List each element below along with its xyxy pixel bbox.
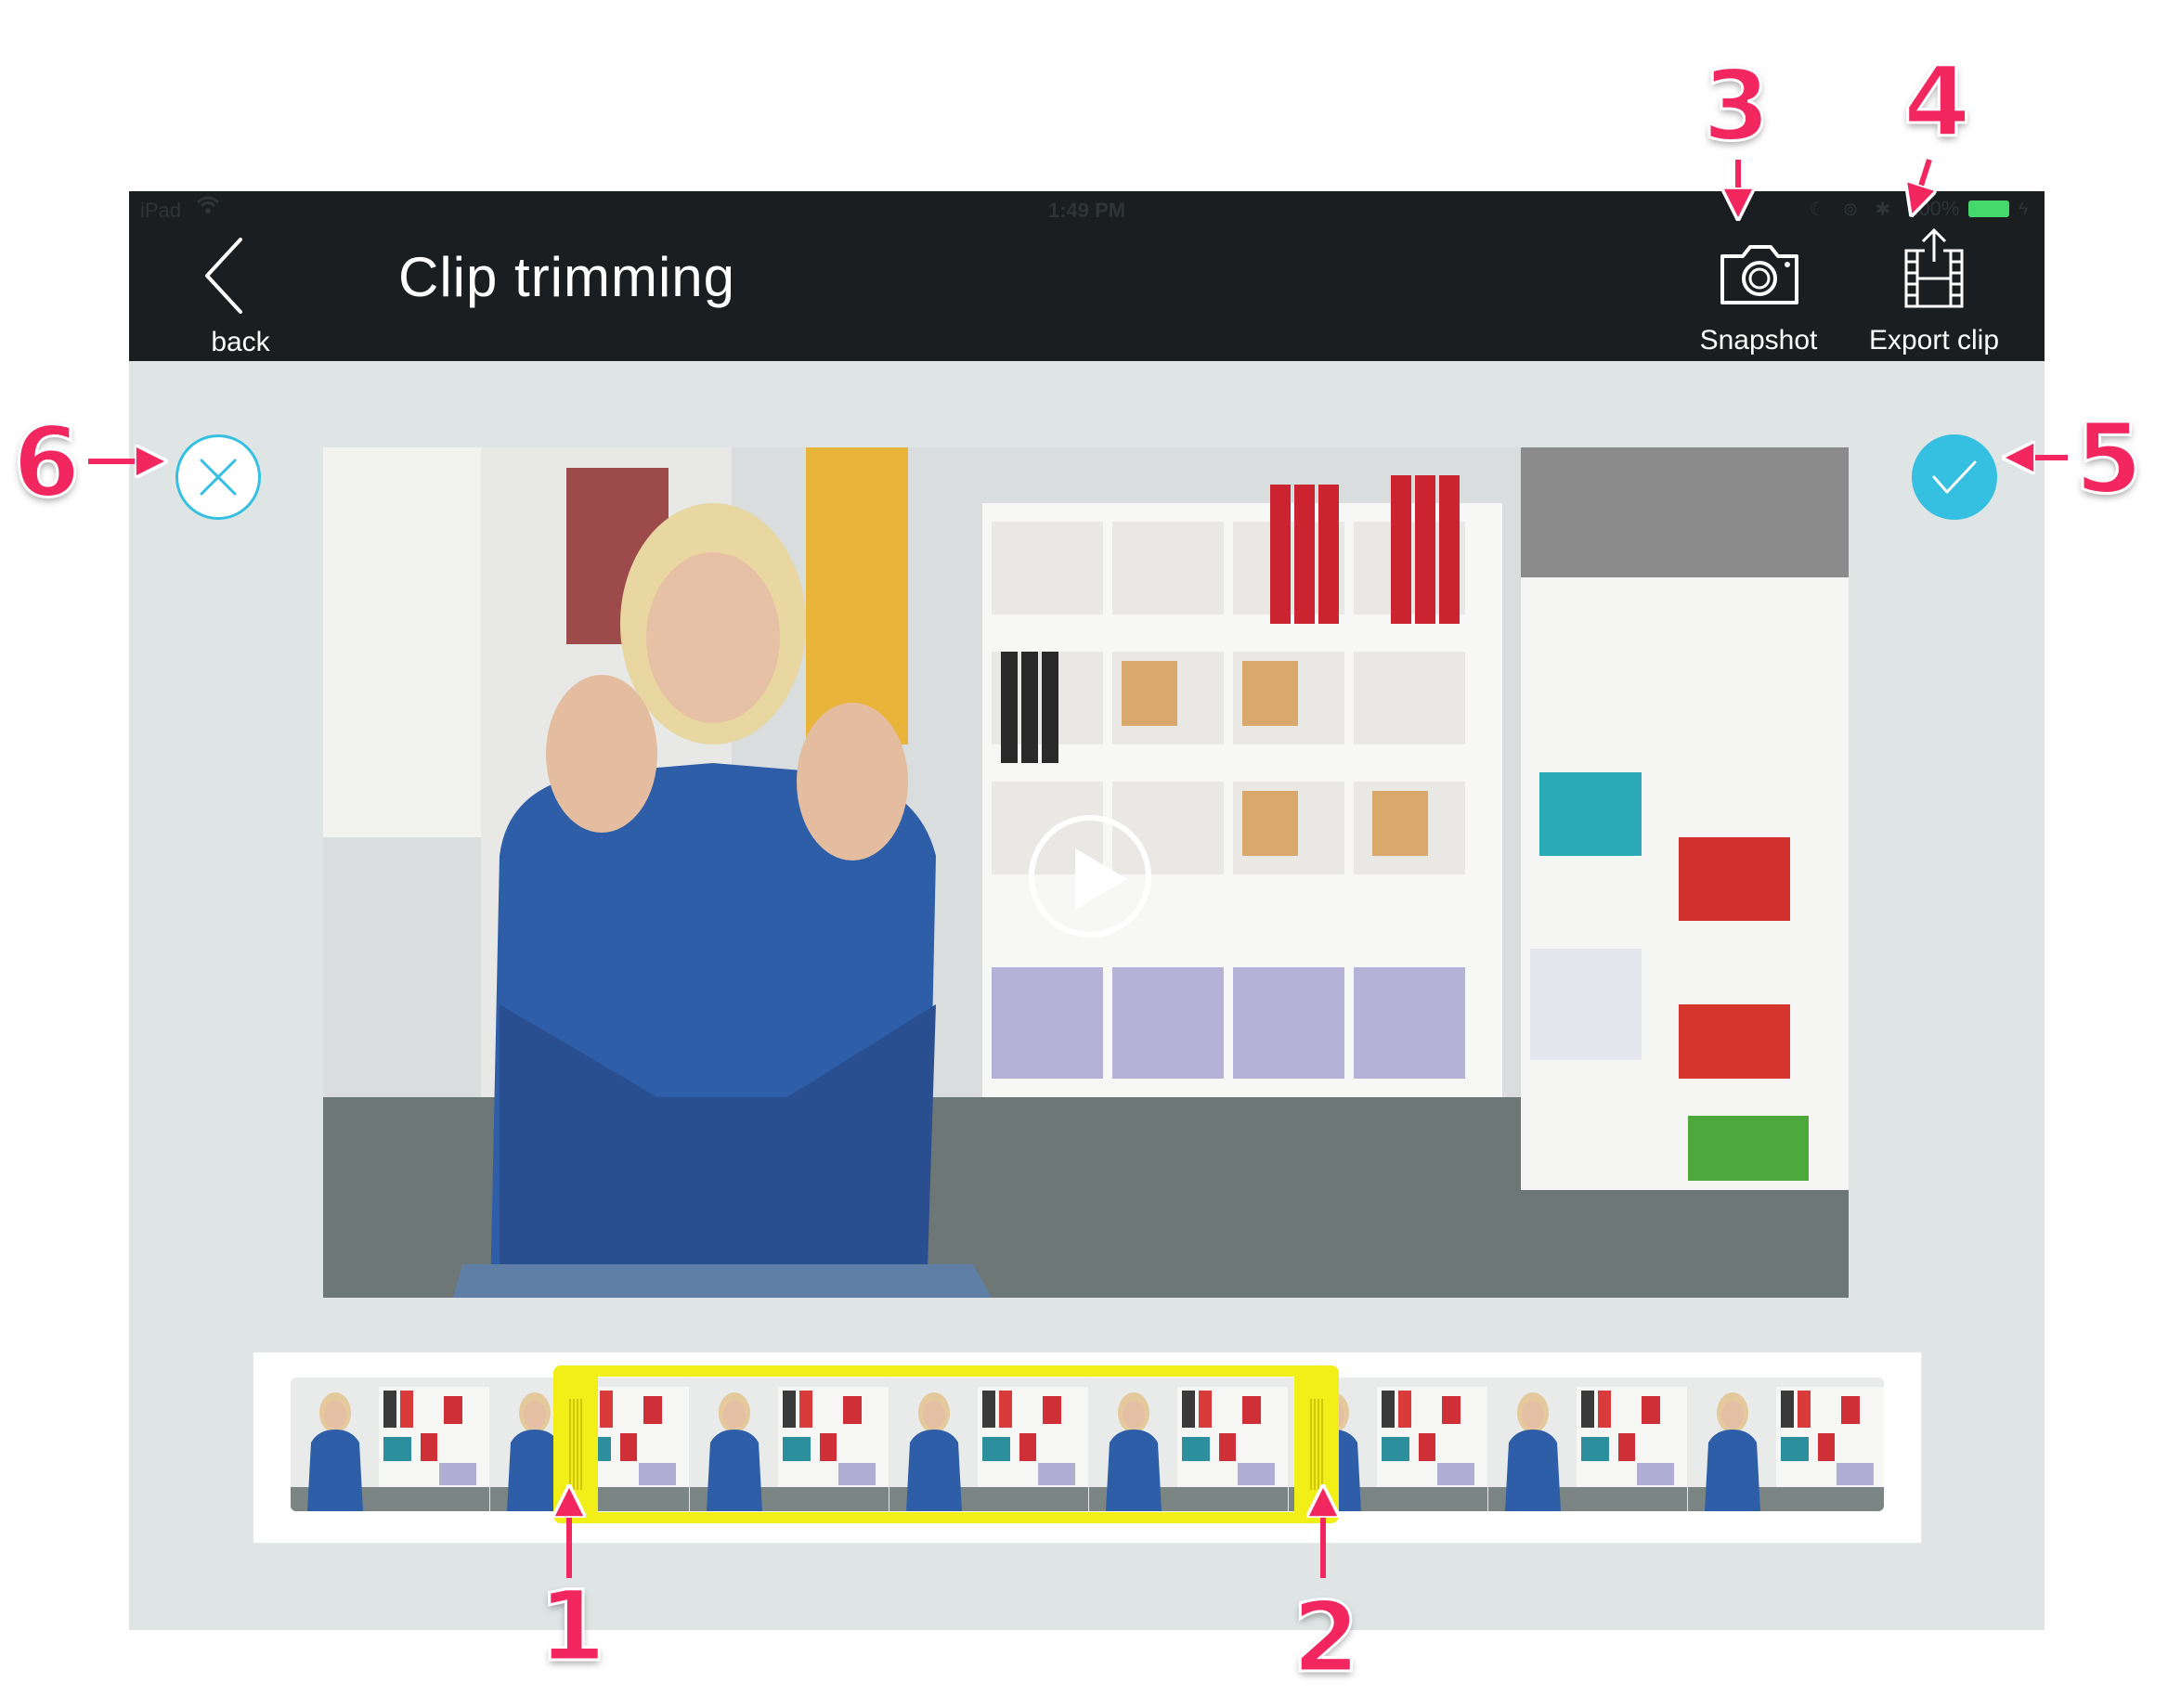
annotation-arrows [88,159,2068,1578]
annotation-1: 1 [537,1570,606,1683]
annotation-4: 4 [1902,45,1971,159]
annotation-6: 6 [11,406,81,519]
annotation-2: 2 [1291,1581,1360,1694]
annotation-5: 5 [2073,402,2143,515]
annotation-3: 3 [1701,49,1771,162]
